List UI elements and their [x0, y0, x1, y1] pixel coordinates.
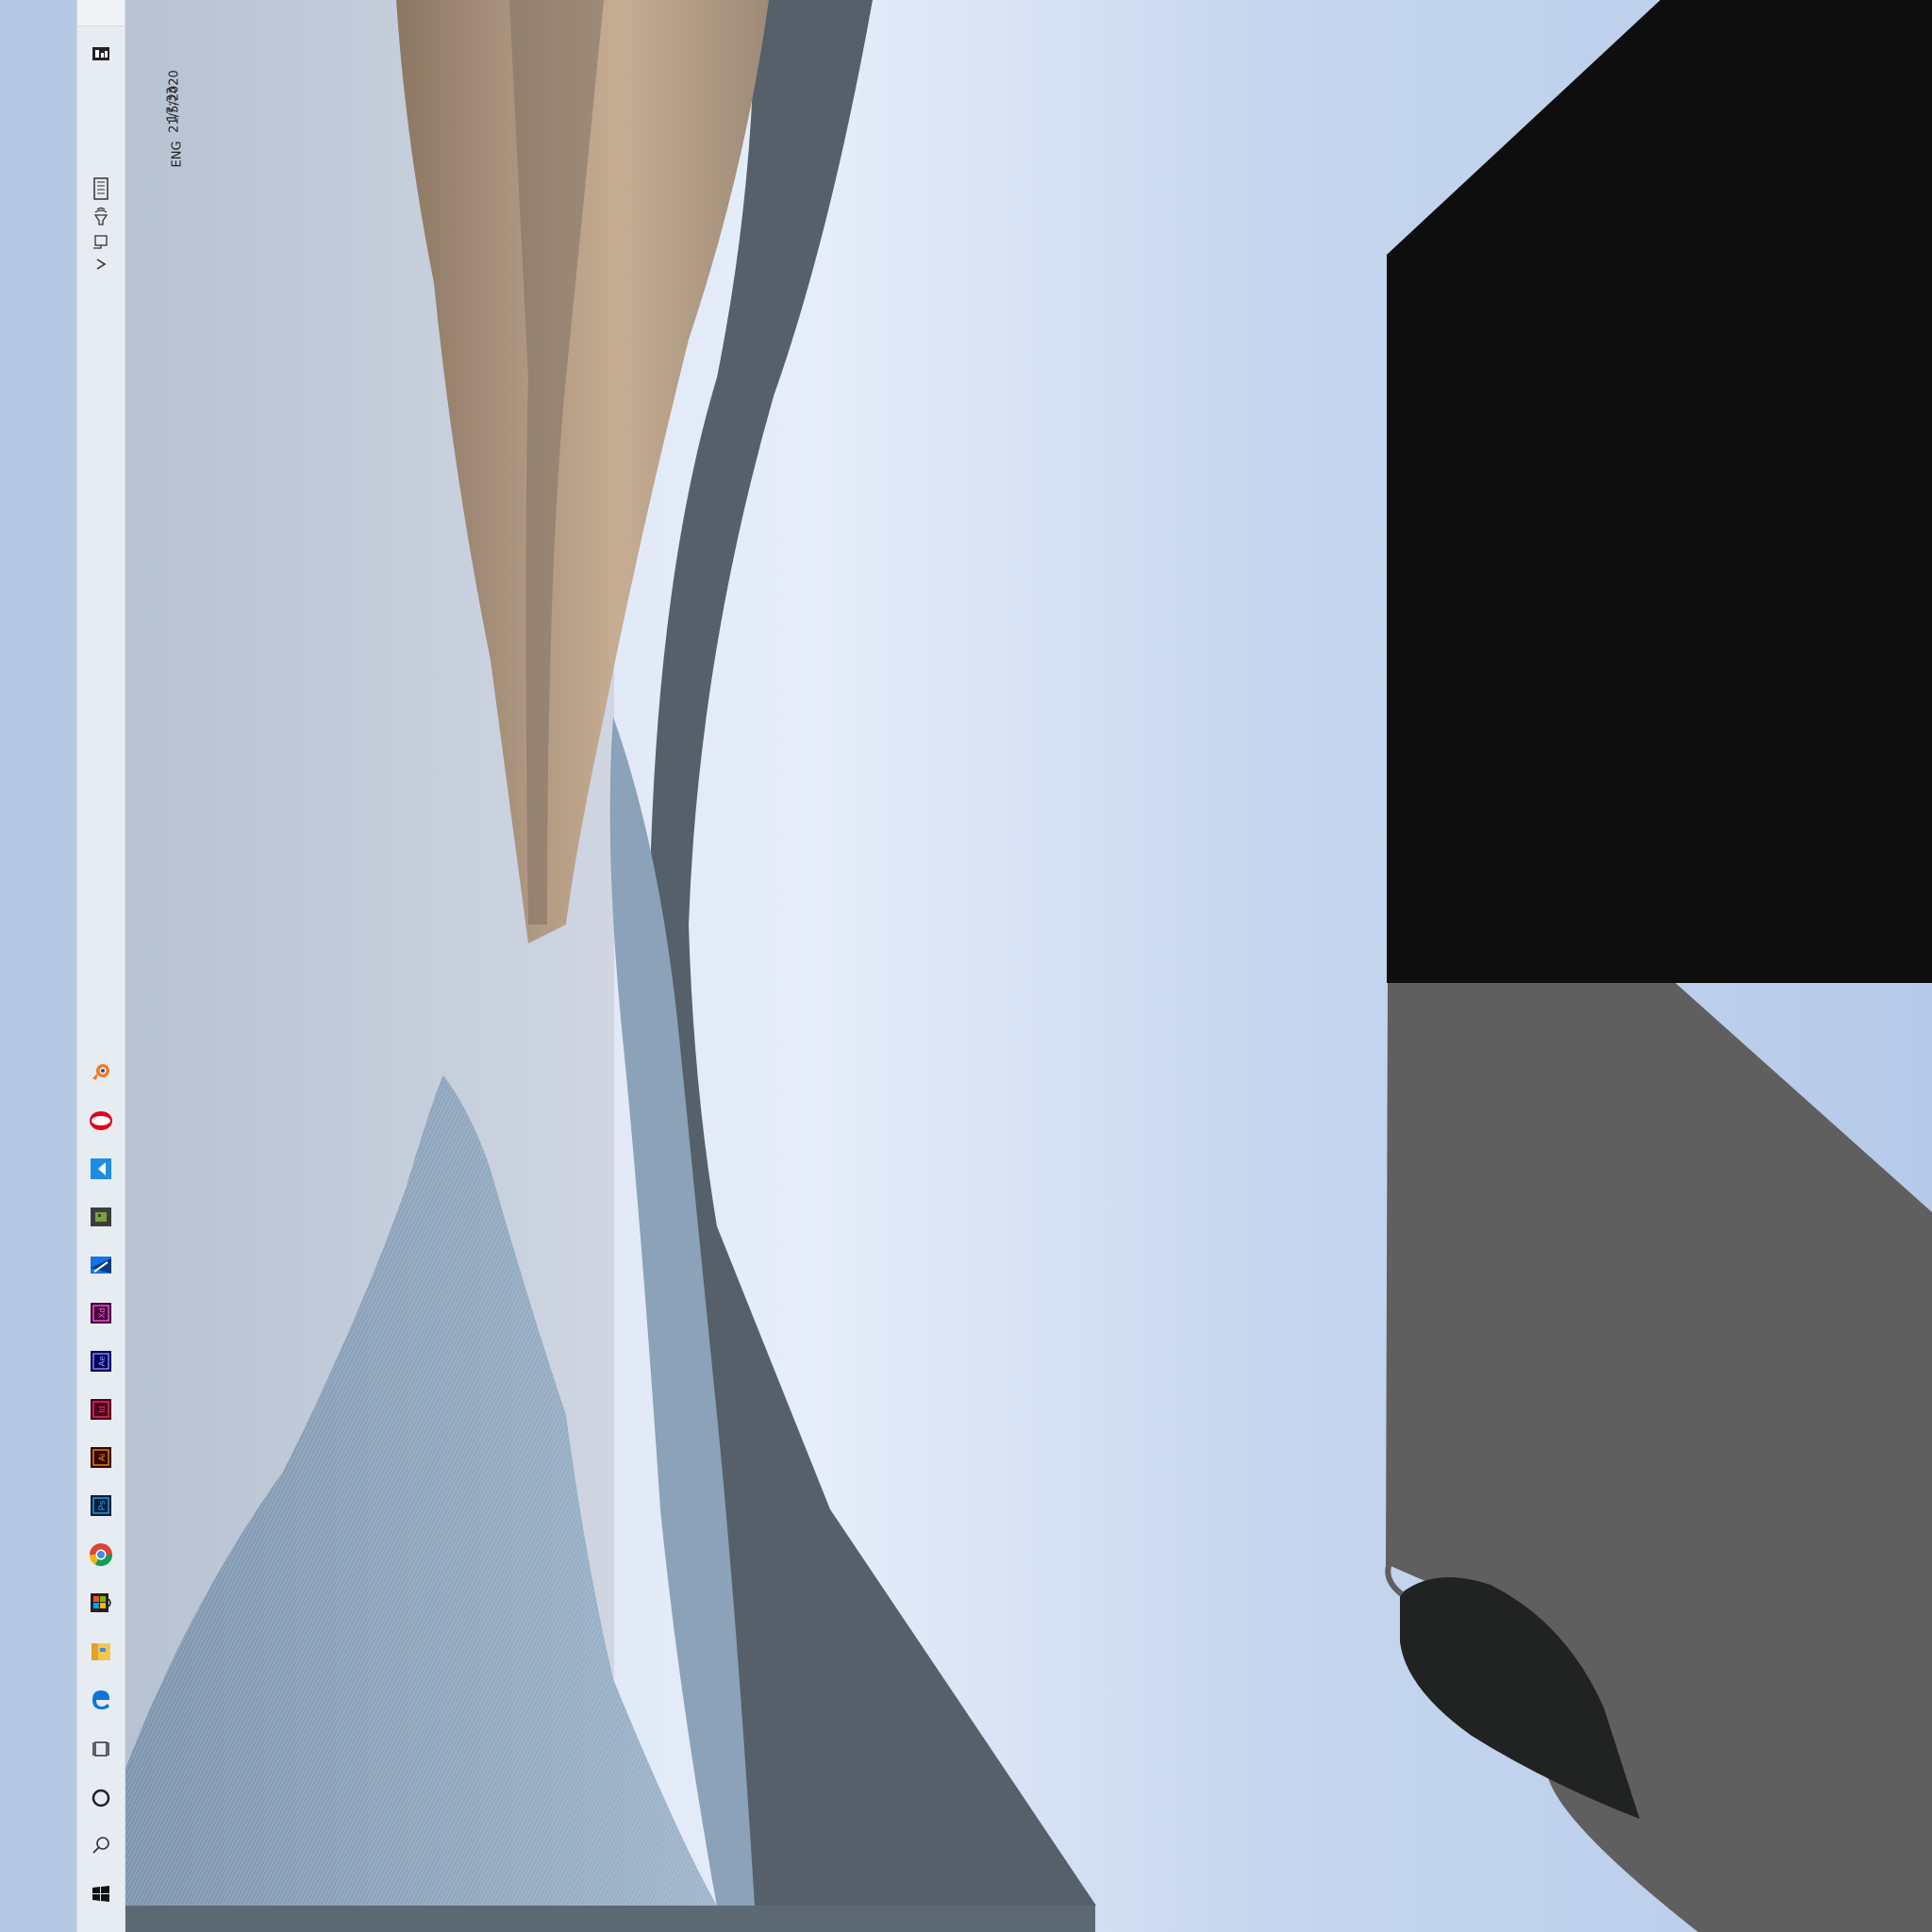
blender-icon[interactable]: [84, 1055, 118, 1089]
task-view-icon[interactable]: [84, 1732, 118, 1766]
photoshop-icon[interactable]: Ps: [84, 1489, 118, 1523]
microsoft-store-icon[interactable]: [84, 1586, 118, 1620]
cortana-icon[interactable]: [84, 1781, 118, 1815]
windows-start-icon[interactable]: [84, 1877, 118, 1911]
svg-text:Xd: Xd: [97, 1307, 107, 1318]
language-indicator[interactable]: ENG: [171, 141, 185, 167]
adobe-xd-icon[interactable]: Xd: [84, 1296, 118, 1330]
file-explorer-icon[interactable]: [84, 1635, 118, 1669]
svg-text:Ai: Ai: [97, 1454, 107, 1461]
notification-icon[interactable]: [84, 38, 118, 72]
after-effects-icon[interactable]: Ae: [84, 1344, 118, 1378]
taskbar-top-edge: [77, 0, 125, 26]
minecraft-icon[interactable]: [84, 1200, 118, 1234]
svg-text:Ae: Ae: [97, 1356, 107, 1366]
taskbar: 21/5/2020 17:33 ENG Xd Ae Id Ai Ps: [76, 0, 185, 1932]
svg-text:Ps: Ps: [97, 1500, 107, 1510]
edge-icon[interactable]: [84, 1683, 118, 1717]
search-icon[interactable]: [84, 1828, 118, 1862]
svg-text:Id: Id: [97, 1406, 107, 1413]
kite-icon[interactable]: [84, 1152, 118, 1186]
taskbar-time[interactable]: 17:33: [166, 86, 180, 124]
desktop-wallpaper: [0, 0, 1932, 1932]
illustrator-icon[interactable]: Ai: [84, 1441, 118, 1474]
chevron-up-icon[interactable]: [84, 247, 118, 281]
opera-icon[interactable]: [84, 1104, 118, 1138]
chrome-icon[interactable]: [84, 1538, 118, 1572]
indesign-icon[interactable]: Id: [84, 1392, 118, 1426]
media-encoder-icon[interactable]: [84, 1248, 118, 1282]
